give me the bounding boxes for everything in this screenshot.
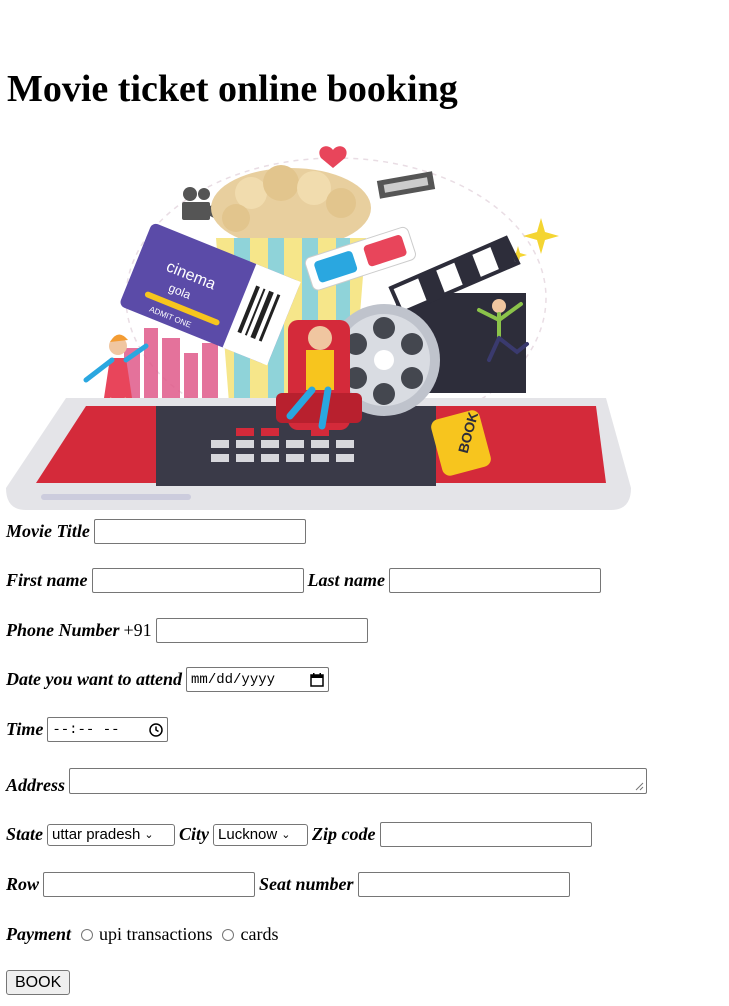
phone-label: Phone Number [6,620,120,640]
payment-row: Payment upi transactions cards [6,924,278,945]
location-row: State uttar pradesh ⌄ City Lucknow ⌄ Zip… [6,822,592,847]
upi-radio[interactable] [81,928,93,941]
phone-row: Phone Number +91 [6,618,368,643]
state-selected-value: uttar pradesh [52,826,141,843]
address-textarea[interactable] [69,768,648,794]
chevron-down-icon: ⌄ [281,829,291,841]
time-row: Time --:-- -- [6,717,169,742]
city-selected-value: Lucknow [218,826,278,843]
heart-icon [319,146,347,168]
address-label: Address [6,775,66,795]
last-name-input[interactable] [389,568,602,593]
sparkle-icon [523,218,559,254]
movie-title-label: Movie Title [6,521,90,541]
date-row: Date you want to attend mm/dd/yyyy [6,667,330,692]
date-label: Date you want to attend [6,669,183,689]
resize-handle-icon[interactable] [635,782,644,791]
cinema-seat [276,320,362,430]
page-title: Movie ticket online booking [7,68,458,110]
movie-title-row: Movie Title [6,519,306,544]
row-input[interactable] [43,872,256,897]
cinema-illustration: cinema gola ADMIT ONE BOOK [6,146,631,510]
calendar-icon[interactable] [310,672,324,687]
address-row: Address [6,768,648,795]
cards-radio[interactable] [222,928,235,941]
state-label: State [6,824,44,844]
phone-prefix: +91 [123,620,152,640]
date-placeholder: mm/dd/yyyy [191,671,276,688]
seat-row: Row Seat number [6,872,570,897]
first-name-input[interactable] [91,568,304,593]
city-label: City [179,824,210,844]
phone-input[interactable] [155,618,368,643]
name-row: First name Last name [6,568,602,593]
film-strip-icon [376,171,436,199]
last-name-label: Last name [307,570,386,590]
time-label: Time [6,719,44,739]
city-select[interactable]: Lucknow ⌄ [213,823,309,846]
date-input[interactable]: mm/dd/yyyy [186,667,330,692]
cards-option-label: cards [240,924,279,944]
state-select[interactable]: uttar pradesh ⌄ [47,823,176,846]
zip-label: Zip code [312,824,376,844]
movie-title-input[interactable] [93,519,306,544]
seat-number-label: Seat number [259,874,354,894]
clock-icon[interactable] [149,722,164,737]
chevron-down-icon: ⌄ [144,829,154,841]
time-input[interactable]: --:-- -- [47,717,169,742]
book-button[interactable]: BOOK [6,970,71,995]
zip-input[interactable] [379,822,592,847]
row-label: Row [6,874,40,894]
time-placeholder: --:-- -- [52,721,120,738]
first-name-label: First name [6,570,88,590]
payment-label: Payment [6,924,71,944]
seat-number-input[interactable] [357,872,570,897]
submit-row: BOOK [6,970,71,995]
upi-option-label: upi transactions [99,924,213,944]
